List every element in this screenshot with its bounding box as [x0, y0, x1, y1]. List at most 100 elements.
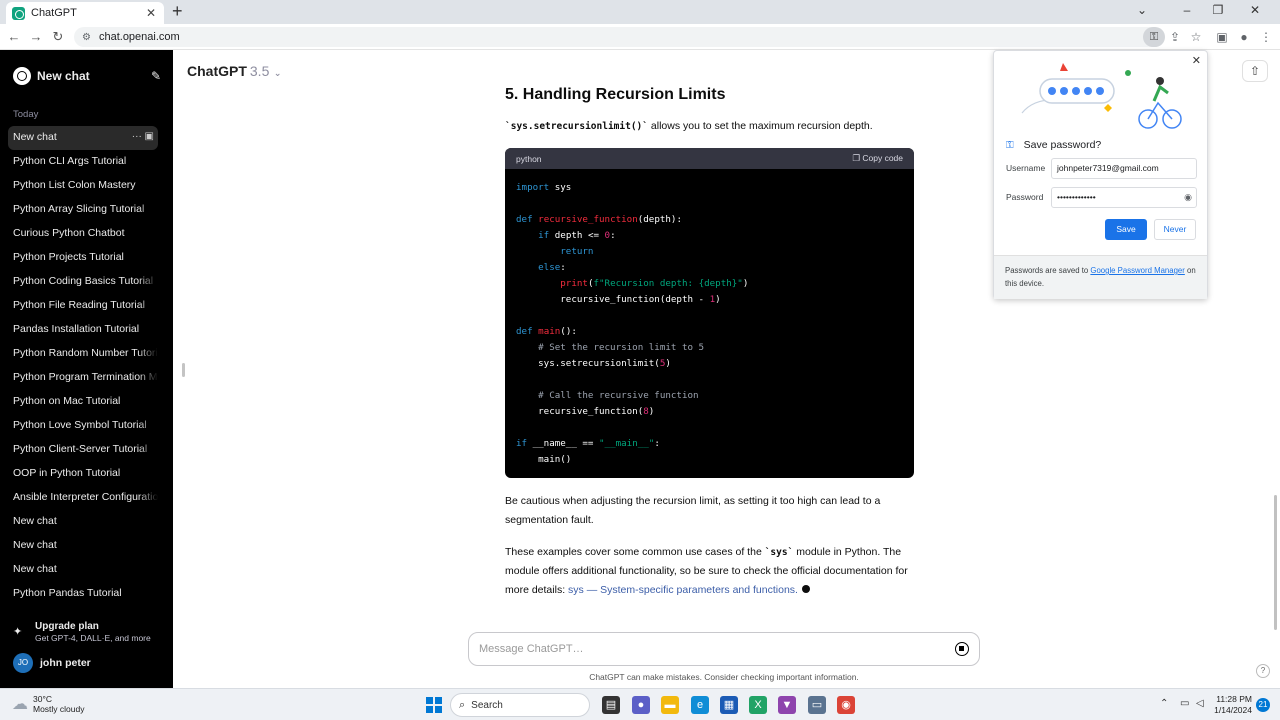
sidebar-chat-item[interactable]: New chat ··· ▣: [8, 126, 158, 150]
sidebar-chat-item[interactable]: Python Array Slicing Tutorial: [8, 198, 158, 222]
edge-browser-icon[interactable]: e: [691, 696, 709, 714]
back-icon[interactable]: ←: [5, 28, 23, 46]
sidebar-chat-label: Python Array Slicing Tutorial: [13, 203, 145, 215]
task-view-icon[interactable]: ▤: [602, 696, 620, 714]
weather-widget[interactable]: ☁ 30°C Mostly cloudy: [12, 694, 85, 714]
system-clock[interactable]: 11:28 PM 1/14/2024: [1212, 694, 1252, 716]
weather-condition: Mostly cloudy: [33, 704, 85, 714]
new-tab-icon[interactable]: +: [172, 2, 183, 20]
maximize-icon[interactable]: ❐: [1203, 2, 1233, 18]
close-window-icon[interactable]: ✕: [1240, 2, 1270, 18]
label-fade: [138, 246, 158, 270]
label-fade: [138, 510, 158, 534]
sidebar-chat-label: Python List Colon Mastery: [13, 179, 136, 191]
sidebar-chat-item[interactable]: Pandas Installation Tutorial: [8, 318, 158, 342]
notification-badge[interactable]: 21: [1256, 698, 1270, 712]
sidebar-chat-item[interactable]: Python CLI Args Tutorial: [8, 150, 158, 174]
password-field[interactable]: ••••••••••••• ◉: [1051, 187, 1197, 208]
docs-link[interactable]: sys — System-specific parameters and fun…: [568, 584, 798, 596]
save-button[interactable]: Save: [1105, 219, 1147, 240]
user-menu-button[interactable]: JO john peter: [13, 653, 91, 673]
sidebar-chat-item[interactable]: Python Client-Server Tutorial: [8, 438, 158, 462]
label-fade: [138, 438, 158, 462]
key-icon[interactable]: ⚿: [1143, 27, 1165, 47]
taskbar-search[interactable]: ⌕ Search: [450, 693, 590, 717]
tray-chevron-icon[interactable]: ⌃: [1160, 698, 1168, 709]
sidebar-chat-item[interactable]: Python Program Termination Met: [8, 366, 158, 390]
sidebar-chat-label: Python Projects Tutorial: [13, 251, 124, 263]
sidebar-chat-item[interactable]: Python Coding Basics Tutorial: [8, 270, 158, 294]
sidebar-chat-label: Python CLI Args Tutorial: [13, 155, 127, 167]
label-fade: [138, 270, 158, 294]
sidebar-chat-item[interactable]: New chat: [8, 510, 158, 534]
sidebar-chat-item[interactable]: New chat: [8, 558, 158, 582]
label-fade: [138, 582, 158, 606]
code-line: ​: [516, 308, 903, 324]
avatar: JO: [13, 653, 33, 673]
new-chat-button[interactable]: New chat ✎: [13, 66, 161, 86]
password-illustration-icon: [1021, 63, 1182, 129]
side-panel-icon[interactable]: ▣: [1212, 28, 1232, 46]
model-selector[interactable]: ChatGPT 3.5 ⌄: [187, 63, 281, 79]
close-tab-icon[interactable]: ✕: [144, 6, 158, 20]
sidebar-chat-item[interactable]: Python Love Symbol Tutorial: [8, 414, 158, 438]
bookmark-star-icon[interactable]: ☆: [1186, 28, 1206, 46]
sidebar-chat-item[interactable]: Python Random Number Tutorial: [8, 342, 158, 366]
app-icon[interactable]: ▼: [778, 696, 796, 714]
store-icon[interactable]: ▦: [720, 696, 738, 714]
share-chat-button[interactable]: ⇧: [1242, 60, 1268, 82]
sidebar-chat-item[interactable]: New chat: [8, 534, 158, 558]
password-manager-link[interactable]: Google Password Manager: [1090, 266, 1184, 275]
url-field[interactable]: ⚙ chat.openai.com: [74, 27, 1164, 47]
username-field[interactable]: johnpeter7319@gmail.com: [1051, 158, 1197, 179]
chrome-icon[interactable]: ◉: [837, 696, 855, 714]
remote-desktop-icon[interactable]: ▭: [808, 696, 826, 714]
profile-icon[interactable]: ●: [1234, 28, 1254, 46]
chat-options-icon[interactable]: ··· ▣: [132, 126, 154, 148]
openai-logo-icon: [13, 67, 31, 85]
reload-icon[interactable]: ↻: [49, 28, 67, 46]
file-explorer-icon[interactable]: ▬: [661, 696, 679, 714]
help-icon[interactable]: ?: [1256, 664, 1270, 678]
message-input[interactable]: [479, 643, 955, 655]
upgrade-plan-button[interactable]: ✦ Upgrade plan Get GPT-4, DALL·E, and mo…: [13, 621, 163, 643]
network-icon[interactable]: ▭: [1180, 698, 1189, 709]
menu-icon[interactable]: ⋮: [1256, 28, 1276, 46]
sidebar-chat-item[interactable]: Python List Colon Mastery: [8, 174, 158, 198]
code-line: def recursive_function(depth):: [516, 214, 682, 225]
site-info-icon[interactable]: ⚙: [82, 32, 91, 43]
sidebar-chat-item[interactable]: Python Pandas Tutorial: [8, 582, 158, 606]
sidebar-chat-item[interactable]: Python Projects Tutorial: [8, 246, 158, 270]
tab-search-icon[interactable]: ⌄: [1127, 2, 1157, 18]
excel-icon[interactable]: X: [749, 696, 767, 714]
new-chat-label: New chat: [37, 69, 90, 83]
streaming-cursor-icon: [801, 585, 810, 593]
intro-paragraph: `sys.setrecursionlimit()` allows you to …: [505, 120, 873, 132]
forward-icon[interactable]: →: [27, 28, 45, 46]
sidebar-collapse-handle[interactable]: [182, 363, 185, 377]
code-line: if depth <= 0:: [538, 230, 616, 241]
label-fade: [138, 198, 158, 222]
sidebar-chat-item[interactable]: Python on Mac Tutorial: [8, 390, 158, 414]
close-icon[interactable]: ✕: [1192, 54, 1201, 67]
compose-icon[interactable]: ✎: [151, 69, 161, 83]
scrollbar[interactable]: [1274, 495, 1277, 630]
code-line: ​: [516, 372, 903, 388]
show-password-icon[interactable]: ◉: [1184, 188, 1192, 207]
sidebar-chat-item[interactable]: OOP in Python Tutorial: [8, 462, 158, 486]
browser-tab[interactable]: ChatGPT ✕: [6, 2, 164, 24]
search-icon: ⌕: [459, 698, 466, 711]
sidebar-chat-item[interactable]: Curious Python Chatbot: [8, 222, 158, 246]
chat-app-icon[interactable]: ●: [632, 696, 650, 714]
sidebar-chat-item[interactable]: Python File Reading Tutorial: [8, 294, 158, 318]
sidebar-chat-item[interactable]: Ansible Interpreter Configuration: [8, 486, 158, 510]
copy-code-button[interactable]: ❐ Copy code: [852, 153, 903, 164]
never-button[interactable]: Never: [1154, 219, 1196, 240]
time: 11:28 PM: [1216, 694, 1252, 704]
stop-generating-icon[interactable]: [955, 642, 969, 656]
volume-icon[interactable]: ◁: [1196, 698, 1204, 709]
windows-start-icon[interactable]: [426, 697, 442, 713]
minimize-icon[interactable]: –: [1172, 2, 1202, 18]
share-page-icon[interactable]: ⇪: [1165, 28, 1185, 46]
sidebar-chat-label: Python Love Symbol Tutorial: [13, 419, 147, 431]
